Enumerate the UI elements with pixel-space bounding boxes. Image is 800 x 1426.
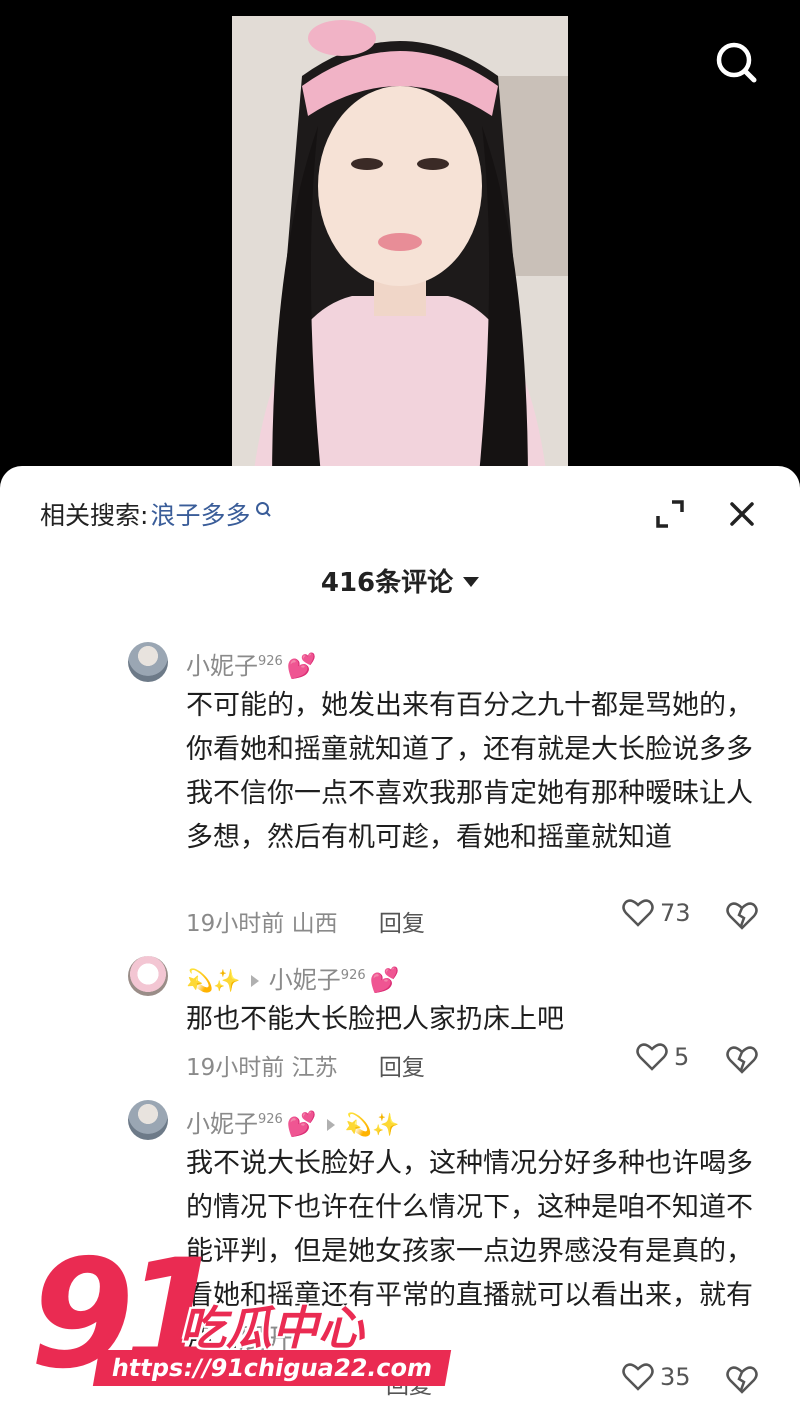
broken-heart-icon[interactable] — [726, 900, 758, 932]
username-suffix: 926 — [258, 654, 283, 669]
comment-location: 江苏 — [291, 1055, 338, 1081]
dropdown-caret-icon — [463, 576, 480, 587]
avatar[interactable] — [128, 1100, 168, 1140]
username-suffix: 926 — [258, 1112, 283, 1127]
comment-username[interactable]: 小妮子926 💕 — [186, 646, 317, 681]
search-button[interactable] — [712, 38, 760, 86]
comment-username[interactable]: 💫✨ 小妮子926 💕 — [186, 960, 400, 995]
heart-emoji-icon: 💕 — [369, 966, 400, 994]
reply-to-name: 💫✨ — [344, 1113, 400, 1138]
related-search-keyword[interactable]: 浪子多多 — [150, 496, 250, 532]
watermark-title: 吃瓜中心 — [180, 1301, 364, 1355]
username-text: 💫✨ — [186, 969, 241, 994]
comment-time: 19小时前 — [186, 911, 285, 937]
small-search-icon — [256, 502, 272, 517]
avatar[interactable] — [128, 956, 168, 996]
comment-count[interactable]: 416条评论 — [0, 562, 800, 599]
reply-button[interactable]: 回复 — [379, 911, 425, 937]
broken-heart-icon[interactable] — [726, 1364, 758, 1396]
comment-location: 山西 — [291, 911, 338, 937]
comment-text: 不可能的，她发出来有百分之九十都是骂她的，你看她和摇童就知道了，还有就是大长脸说… — [186, 690, 753, 853]
avatar[interactable] — [128, 642, 168, 682]
comment-time: 19小时前 — [186, 1055, 285, 1081]
related-search[interactable]: 相关搜索: 浪子多多 — [40, 496, 274, 532]
comment-username[interactable]: 小妮子926 💕 💫✨ — [186, 1104, 400, 1139]
comment-meta: 19小时前 江苏 回复 — [186, 1048, 425, 1082]
reply-to-name: 小妮子 — [268, 966, 341, 994]
reply-arrow-icon — [250, 975, 259, 987]
close-button[interactable] — [724, 496, 760, 532]
reply-arrow-icon — [326, 1119, 335, 1131]
username-text: 小妮子 — [186, 1110, 258, 1138]
like-button[interactable]: 73 — [622, 898, 691, 928]
watermark: 91 吃瓜中心 https://91chigua22.com — [30, 1240, 452, 1400]
expand-icon — [656, 500, 684, 528]
like-button[interactable]: 35 — [622, 1362, 691, 1392]
like-count: 35 — [660, 1363, 691, 1391]
close-icon — [730, 502, 754, 526]
video-frame[interactable] — [232, 16, 568, 486]
search-icon — [716, 42, 757, 83]
heart-icon — [622, 899, 654, 927]
like-count: 5 — [674, 1043, 690, 1071]
heart-icon — [622, 1363, 654, 1391]
comment-text: 那也不能大长脸把人家扔床上吧 — [186, 1004, 564, 1035]
reply-to-suffix: 926 — [340, 968, 366, 983]
video-person-image — [232, 16, 568, 486]
reply-button[interactable]: 回复 — [379, 1055, 425, 1081]
related-search-label: 相关搜索: — [40, 501, 149, 530]
heart-icon — [636, 1043, 668, 1071]
expand-button[interactable] — [652, 496, 688, 532]
username-text: 小妮子 — [186, 652, 258, 680]
broken-heart-icon[interactable] — [726, 1044, 758, 1076]
video-player[interactable] — [0, 0, 800, 486]
comment-count-label: 416条评论 — [320, 568, 454, 598]
like-count: 73 — [660, 899, 691, 927]
watermark-url: https://91chigua22.com — [92, 1350, 452, 1386]
comment-meta: 19小时前 山西 回复 — [186, 904, 425, 938]
like-button[interactable]: 5 — [636, 1042, 689, 1072]
heart-emoji-icon: 💕 — [286, 1110, 317, 1138]
heart-emoji-icon: 💕 — [286, 652, 317, 680]
